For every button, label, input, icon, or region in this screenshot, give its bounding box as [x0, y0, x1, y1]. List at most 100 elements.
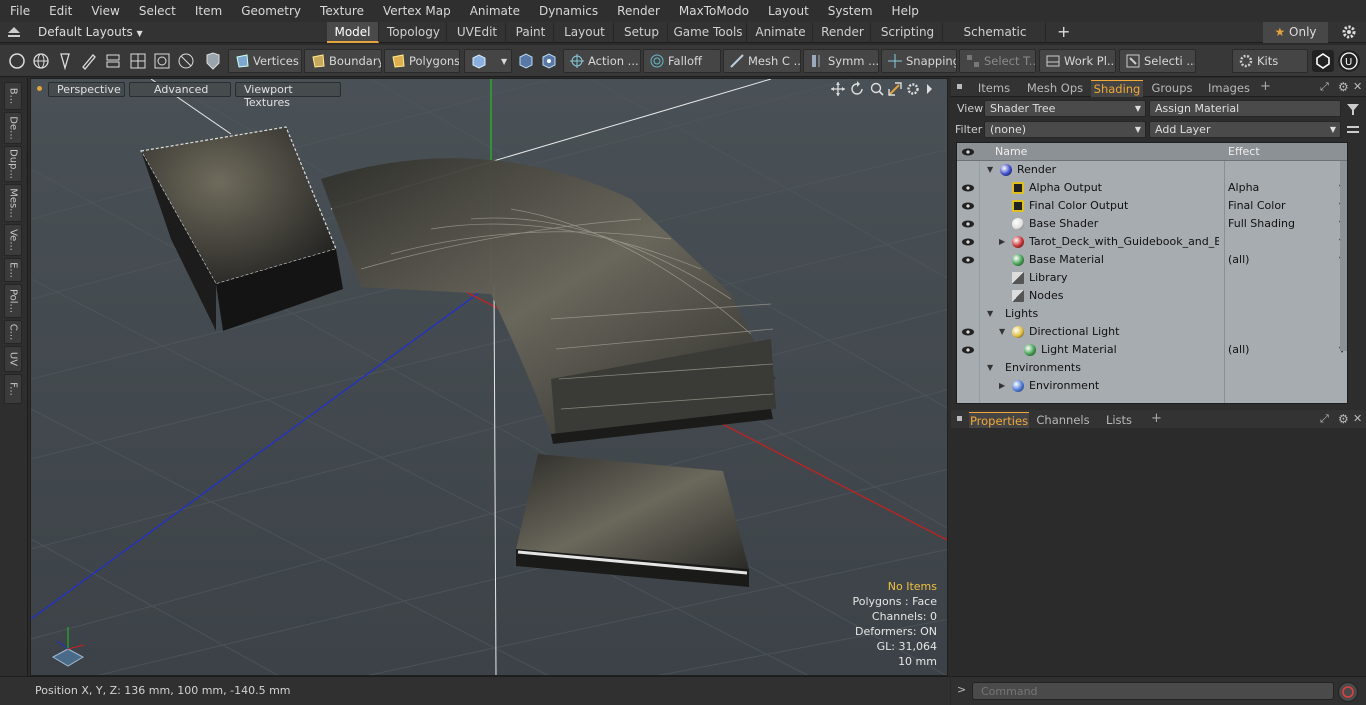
- expand-lower-panel-icon[interactable]: ⤢: [1320, 412, 1329, 426]
- tool-tab-vertex[interactable]: Ve...: [4, 224, 22, 256]
- tab-images[interactable]: Images: [1203, 80, 1255, 97]
- filter-funnel-icon[interactable]: [1345, 101, 1361, 117]
- zoom-view-icon[interactable]: [870, 82, 884, 96]
- shader-tree-item-effect[interactable]: Alpha: [1228, 179, 1343, 197]
- tool-tab-edge[interactable]: E...: [4, 258, 22, 282]
- pen-icon[interactable]: [55, 51, 75, 71]
- select-circle-icon[interactable]: [7, 51, 27, 71]
- visibility-eye-icon[interactable]: [962, 148, 974, 156]
- polygons-button[interactable]: Polygons: [384, 49, 460, 73]
- gear-icon[interactable]: [1342, 25, 1356, 39]
- shader-tree-row[interactable]: Alpha OutputAlpha▼: [957, 179, 1347, 197]
- kits-button[interactable]: Kits: [1232, 49, 1308, 73]
- only-toggle[interactable]: ★ Only: [1263, 22, 1328, 43]
- shader-tree-row[interactable]: Base ShaderFull Shading▼: [957, 215, 1347, 233]
- menu-file[interactable]: File: [0, 4, 39, 18]
- tab-scripting[interactable]: Scripting: [873, 22, 943, 43]
- shader-tree-item-effect[interactable]: Final Color: [1228, 197, 1343, 215]
- tab-groups[interactable]: Groups: [1147, 80, 1197, 97]
- brush-icon[interactable]: [79, 51, 99, 71]
- snap-icon[interactable]: [516, 51, 536, 71]
- layout-selector[interactable]: Default Layouts ▼: [38, 22, 143, 43]
- command-input[interactable]: [972, 682, 1334, 700]
- tab-animate[interactable]: Animate: [749, 22, 813, 43]
- menu-maxtomodo[interactable]: MaxToModo: [669, 4, 758, 18]
- expand-down-icon[interactable]: ▼: [999, 323, 1005, 341]
- lower-panel-dot-icon[interactable]: [957, 416, 962, 421]
- tab-game-tools[interactable]: Game Tools: [670, 22, 747, 43]
- shader-tree-row[interactable]: Base Material(all)▼: [957, 251, 1347, 269]
- falloff-button[interactable]: Falloff: [643, 49, 721, 73]
- menu-select[interactable]: Select: [129, 4, 185, 18]
- visibility-eye-icon[interactable]: [962, 256, 974, 264]
- fit-view-icon[interactable]: [888, 82, 902, 96]
- viewport-dot-icon[interactable]: [37, 86, 42, 91]
- tool-tab-duplicate[interactable]: Dup...: [4, 146, 22, 182]
- viewport-expand-icon[interactable]: [927, 84, 932, 94]
- square-ring-icon[interactable]: [152, 51, 172, 71]
- shield-icon[interactable]: [203, 51, 223, 71]
- shader-tree-row[interactable]: Library: [957, 269, 1347, 287]
- add-layer-dropdown[interactable]: Add Layer ▼: [1149, 121, 1341, 138]
- globe-icon[interactable]: [31, 51, 51, 71]
- shader-tree-row[interactable]: ▼ Render: [957, 161, 1347, 179]
- advanced-dropdown[interactable]: Advanced: [129, 82, 231, 97]
- expand-down-icon[interactable]: ▼: [987, 161, 993, 179]
- add-lower-tab-icon[interactable]: +: [1151, 410, 1162, 428]
- tab-paint[interactable]: Paint: [508, 22, 554, 43]
- unity-logo-icon[interactable]: [1312, 50, 1334, 72]
- tool-tab-polygon[interactable]: Pol...: [4, 284, 22, 318]
- item-mode-button[interactable]: ▼: [464, 49, 512, 73]
- visibility-eye-icon[interactable]: [962, 202, 974, 210]
- tab-mesh-ops[interactable]: Mesh Ops: [1023, 80, 1087, 97]
- shader-tree-row[interactable]: Nodes: [957, 287, 1347, 305]
- tool-tab-uv[interactable]: UV: [4, 346, 22, 372]
- rotate-view-icon[interactable]: [851, 81, 863, 95]
- visibility-eye-icon[interactable]: [962, 238, 974, 246]
- panel-close-icon[interactable]: ✕: [1353, 80, 1362, 93]
- symmetry-cube-icon[interactable]: [539, 51, 559, 71]
- align-icon[interactable]: [103, 51, 123, 71]
- 3d-viewport[interactable]: Perspective Advanced Viewport Textures N…: [30, 78, 948, 676]
- expand-down-icon[interactable]: ▼: [987, 305, 993, 323]
- vertices-button[interactable]: Vertices: [228, 49, 302, 73]
- tab-schematic-fusion[interactable]: Schematic Fusion: [945, 22, 1046, 59]
- visibility-eye-icon[interactable]: [962, 220, 974, 228]
- record-macro-icon[interactable]: [1338, 682, 1358, 702]
- tab-setup[interactable]: Setup: [616, 22, 668, 43]
- panel-dot-icon[interactable]: [957, 84, 962, 89]
- tab-uvedit[interactable]: UVEdit: [449, 22, 506, 43]
- visibility-eye-icon[interactable]: [962, 184, 974, 192]
- menu-help[interactable]: Help: [882, 4, 928, 18]
- tool-tab-curve[interactable]: C...: [4, 320, 22, 344]
- menu-layout[interactable]: Layout: [758, 4, 818, 18]
- filter-dropdown[interactable]: (none) ▼: [984, 121, 1146, 138]
- visibility-eye-icon[interactable]: [962, 328, 974, 336]
- tool-tab-basic[interactable]: B...: [4, 82, 22, 110]
- shader-tree-item-effect[interactable]: Full Shading: [1228, 215, 1343, 233]
- viewport-textures-dropdown[interactable]: Viewport Textures: [235, 82, 341, 109]
- shader-tree-row[interactable]: ▼ Environments: [957, 359, 1347, 377]
- snapping-button[interactable]: Snapping: [881, 49, 957, 73]
- add-panel-tab-icon[interactable]: +: [1260, 78, 1271, 96]
- panel-gear-icon[interactable]: ⚙: [1338, 80, 1349, 94]
- effect-column-header[interactable]: Effect: [1228, 145, 1260, 158]
- tab-items[interactable]: Items: [971, 80, 1017, 97]
- shader-tree-row[interactable]: ▶ Environment: [957, 377, 1347, 395]
- tab-lists[interactable]: Lists: [1099, 412, 1139, 429]
- tab-topology[interactable]: Topology: [381, 22, 447, 43]
- work-plane-button[interactable]: Work Pl...: [1039, 49, 1116, 73]
- tab-shading[interactable]: Shading: [1091, 80, 1143, 97]
- lower-panel-gear-icon[interactable]: ⚙: [1338, 412, 1349, 426]
- menu-geometry[interactable]: Geometry: [231, 4, 310, 18]
- slash-circle-icon[interactable]: [176, 51, 196, 71]
- selection-sets-button[interactable]: Selecti ...: [1119, 49, 1196, 73]
- expand-panel-icon[interactable]: ⤢: [1320, 80, 1329, 94]
- grid-icon[interactable]: [128, 51, 148, 71]
- shader-tree-row[interactable]: Light Material(all)▼: [957, 341, 1347, 359]
- name-column-header[interactable]: Name: [995, 145, 1027, 158]
- tab-properties[interactable]: Properties: [969, 412, 1029, 429]
- move-view-icon[interactable]: [831, 82, 845, 96]
- action-button[interactable]: Action ...: [563, 49, 641, 73]
- menu-vertex-map[interactable]: Vertex Map: [373, 4, 460, 18]
